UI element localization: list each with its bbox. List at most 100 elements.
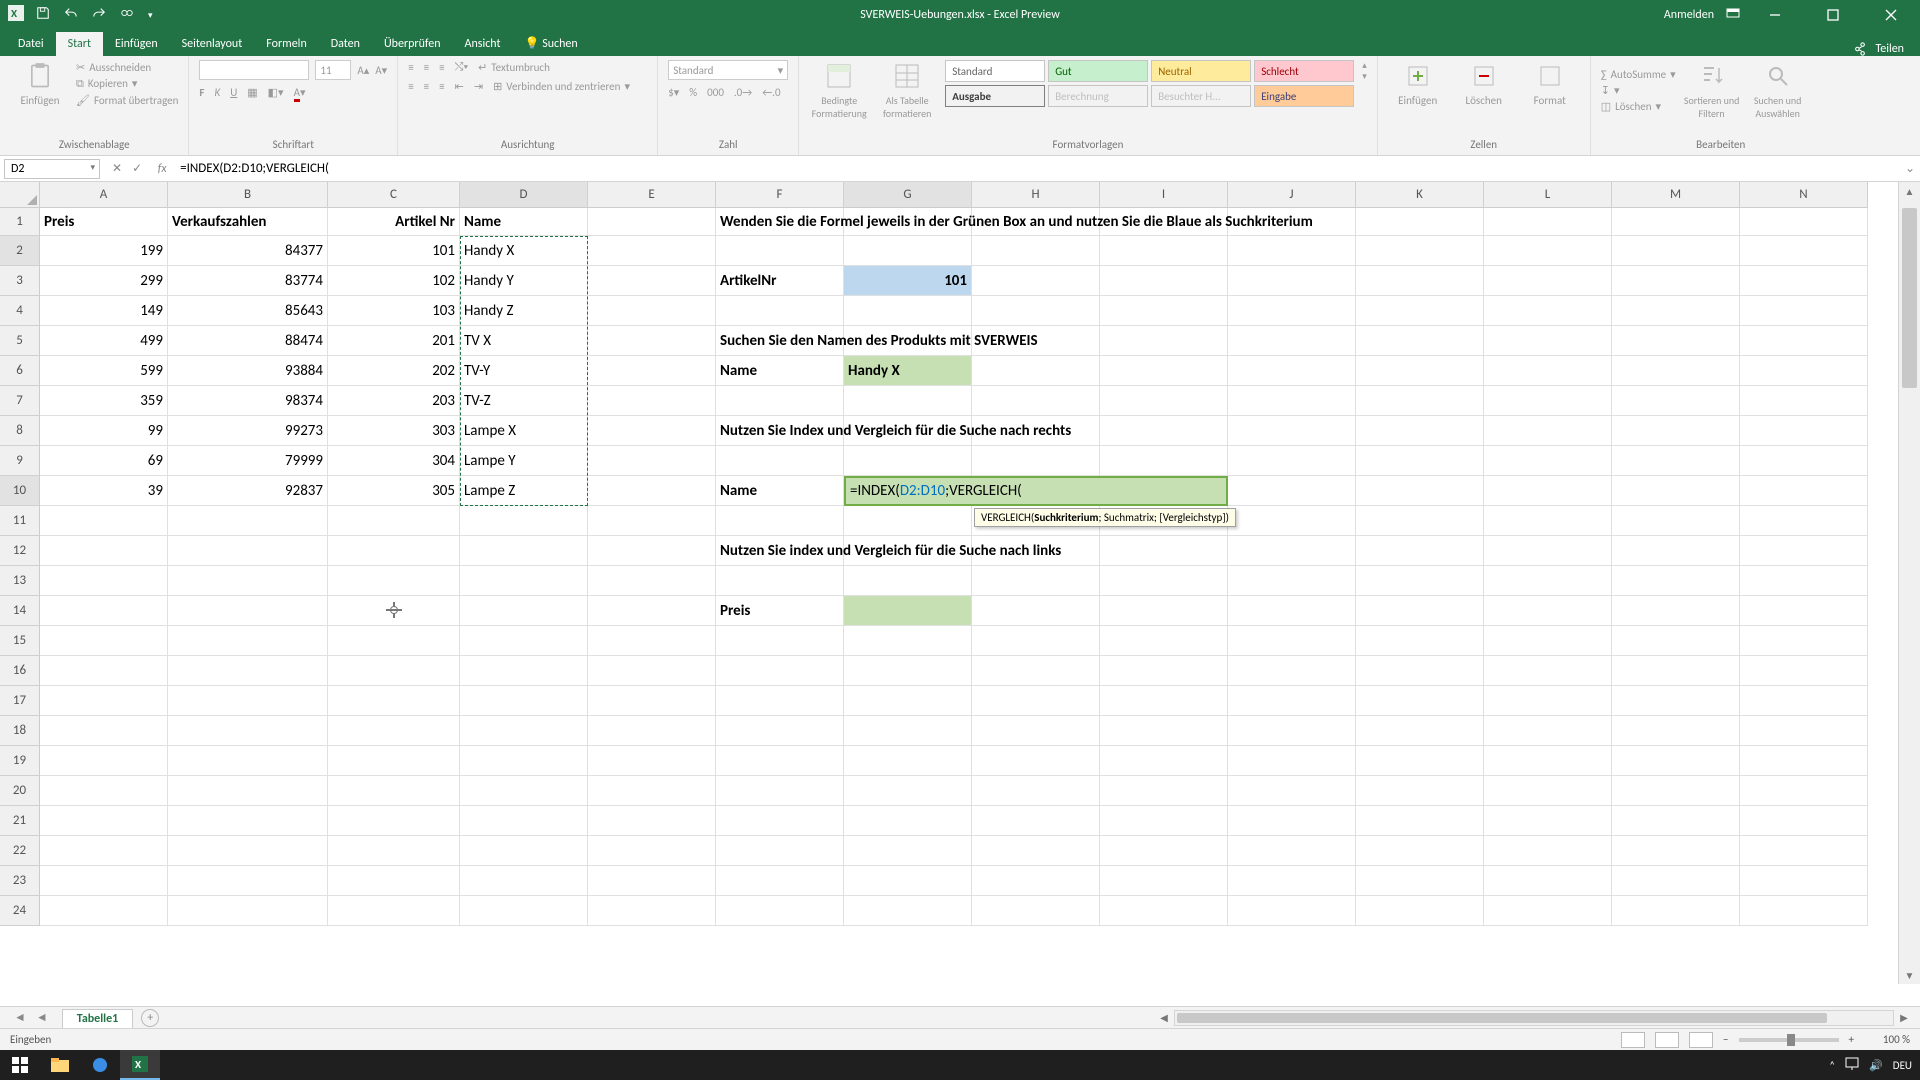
cell-bg[interactable]: [1228, 236, 1356, 266]
cell-bg[interactable]: [1356, 836, 1484, 866]
style-besuchter[interactable]: Besuchter H...: [1151, 85, 1251, 107]
cell-bg[interactable]: [328, 716, 460, 746]
cell-bg[interactable]: [1100, 656, 1228, 686]
column-header-K[interactable]: K: [1356, 182, 1484, 208]
delete-cells-button[interactable]: Löschen: [1454, 60, 1514, 107]
cell-C8[interactable]: 303: [328, 416, 460, 446]
cell-bg[interactable]: [168, 626, 328, 656]
cell-A4[interactable]: 149: [40, 296, 168, 326]
cell-bg[interactable]: [588, 626, 716, 656]
fontcolor-icon[interactable]: A▾: [294, 86, 306, 99]
cell-bg[interactable]: [1356, 356, 1484, 386]
cell-bg[interactable]: [1100, 296, 1228, 326]
cell-bg[interactable]: [460, 776, 588, 806]
row-header-12[interactable]: 12: [0, 536, 40, 566]
styles-spinner[interactable]: ▴▾: [1362, 60, 1367, 82]
copy-button[interactable]: ⧉Kopieren ▾: [76, 77, 178, 91]
close-button[interactable]: [1868, 0, 1914, 30]
cell-bg[interactable]: [1100, 836, 1228, 866]
cell-bg[interactable]: [1484, 506, 1612, 536]
cell-bg[interactable]: [40, 746, 168, 776]
cell-bg[interactable]: [972, 776, 1100, 806]
cell-bg[interactable]: [588, 506, 716, 536]
cell-bg[interactable]: [1612, 716, 1740, 746]
cell-bg[interactable]: [844, 236, 972, 266]
cell-bg[interactable]: [1484, 236, 1612, 266]
cell-bg[interactable]: [168, 686, 328, 716]
cell-bg[interactable]: [1356, 476, 1484, 506]
cell-bg[interactable]: [1228, 386, 1356, 416]
cell-bg[interactable]: [168, 656, 328, 686]
cell-bg[interactable]: [1612, 866, 1740, 896]
cell-A1[interactable]: Preis: [40, 208, 168, 236]
cell-bg[interactable]: [1740, 476, 1868, 506]
cell-bg[interactable]: [588, 386, 716, 416]
cell-A2[interactable]: 199: [40, 236, 168, 266]
cell-bg[interactable]: [328, 536, 460, 566]
row-header-6[interactable]: 6: [0, 356, 40, 386]
cell-bg[interactable]: [716, 626, 844, 656]
column-header-C[interactable]: C: [328, 182, 460, 208]
cell-bg[interactable]: [972, 626, 1100, 656]
scroll-right-icon[interactable]: ▶: [1895, 1011, 1913, 1025]
cell-bg[interactable]: [972, 266, 1100, 296]
cell-bg[interactable]: [1484, 686, 1612, 716]
zoom-value[interactable]: 100 %: [1864, 1033, 1910, 1046]
cell-bg[interactable]: [1740, 776, 1868, 806]
cell-bg[interactable]: [168, 866, 328, 896]
cell-bg[interactable]: [844, 746, 972, 776]
merge-button[interactable]: ⊞Verbinden und zentrieren ▾: [493, 80, 630, 93]
italic-icon[interactable]: K: [214, 86, 220, 99]
cell-bg[interactable]: [588, 536, 716, 566]
cell-bg[interactable]: [716, 296, 844, 326]
cell-bg[interactable]: [844, 866, 972, 896]
border-icon[interactable]: ▦: [247, 86, 257, 99]
cell-B8[interactable]: 99273: [168, 416, 328, 446]
scroll-up-icon[interactable]: ▲: [1899, 182, 1920, 200]
minimize-button[interactable]: [1752, 0, 1798, 30]
cell-bg[interactable]: [1228, 596, 1356, 626]
autosum-button[interactable]: ∑AutoSumme ▾: [1601, 68, 1676, 81]
cell-bg[interactable]: [460, 596, 588, 626]
row-header-14[interactable]: 14: [0, 596, 40, 626]
cell-bg[interactable]: [168, 596, 328, 626]
font-size-input[interactable]: 11: [315, 60, 351, 80]
cell-bg[interactable]: [1612, 236, 1740, 266]
cell-bg[interactable]: [1100, 806, 1228, 836]
cell-B7[interactable]: 98374: [168, 386, 328, 416]
cell-bg[interactable]: [1356, 746, 1484, 776]
cell-D10[interactable]: Lampe Z: [460, 476, 588, 506]
cell-bg[interactable]: [716, 776, 844, 806]
style-neutral[interactable]: Neutral: [1151, 60, 1251, 82]
expand-formula-bar-icon[interactable]: ⌄: [1900, 161, 1920, 176]
sheet-tab[interactable]: Tabelle1: [62, 1009, 133, 1028]
column-header-H[interactable]: H: [972, 182, 1100, 208]
row-header-23[interactable]: 23: [0, 866, 40, 896]
cell-bg[interactable]: [1356, 386, 1484, 416]
row-header-16[interactable]: 16: [0, 656, 40, 686]
tab-ansicht[interactable]: Ansicht: [453, 32, 513, 56]
row-header-4[interactable]: 4: [0, 296, 40, 326]
cell-bg[interactable]: [1356, 866, 1484, 896]
cell-bg[interactable]: [40, 896, 168, 926]
cell-C4[interactable]: 103: [328, 296, 460, 326]
cell-bg[interactable]: [1356, 776, 1484, 806]
cell-bg[interactable]: [716, 746, 844, 776]
cell-bg[interactable]: [972, 566, 1100, 596]
cell-bg[interactable]: [1612, 566, 1740, 596]
cell-bg[interactable]: [588, 446, 716, 476]
cell-bg[interactable]: [1740, 266, 1868, 296]
align-bot-icon[interactable]: ≡: [439, 61, 444, 74]
cell-bg[interactable]: [328, 626, 460, 656]
row-header-21[interactable]: 21: [0, 806, 40, 836]
cell-bg[interactable]: [1740, 836, 1868, 866]
cell-bg[interactable]: [1100, 746, 1228, 776]
cell-bg[interactable]: [588, 776, 716, 806]
cell-bg[interactable]: [1484, 356, 1612, 386]
cell-bg[interactable]: [716, 656, 844, 686]
cell-A8[interactable]: 99: [40, 416, 168, 446]
language-indicator[interactable]: DEU: [1893, 1059, 1912, 1072]
cell-bg[interactable]: [168, 836, 328, 866]
cell-G14[interactable]: [844, 596, 972, 626]
cell-bg[interactable]: [1612, 266, 1740, 296]
